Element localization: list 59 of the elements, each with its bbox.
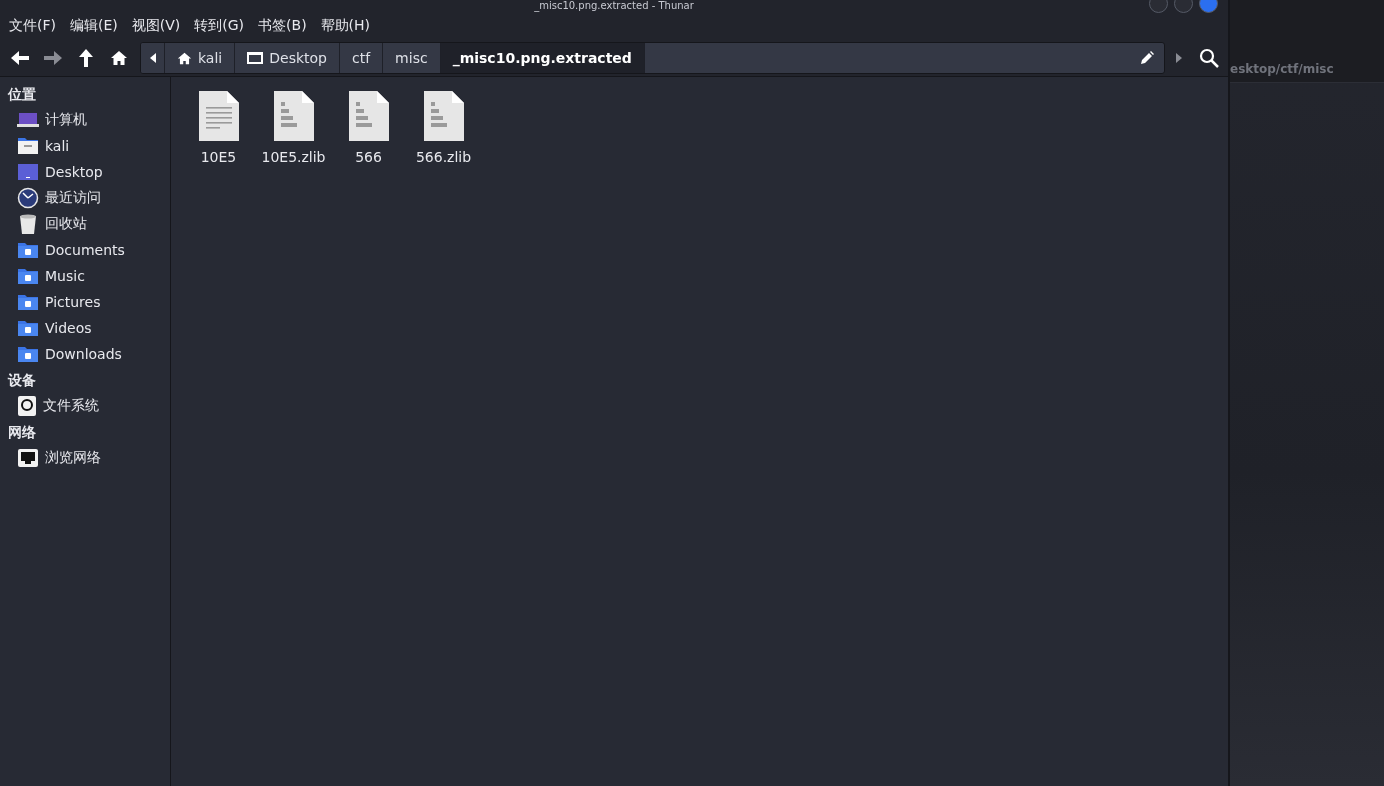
folder-icon (17, 241, 39, 259)
sidebar-item[interactable]: Pictures (0, 289, 170, 315)
trash-icon (17, 213, 39, 235)
binary-file-icon (346, 89, 391, 143)
back-arrow-icon (9, 49, 30, 67)
file-item[interactable]: 10E5.zlib (260, 89, 327, 165)
triangle-right-icon (1176, 53, 1182, 63)
scroll-left-button[interactable] (141, 43, 165, 73)
sidebar-item[interactable]: Music (0, 263, 170, 289)
menu-item[interactable]: 转到(G) (187, 17, 252, 35)
menu-item[interactable]: 文件(F) (2, 17, 63, 35)
sidebar-item[interactable]: 文件系统 (0, 393, 170, 419)
pencil-icon[interactable] (1140, 51, 1154, 65)
file-name: 10E5 (200, 149, 237, 165)
triangle-left-icon (149, 53, 156, 63)
section-heading: 位置 (7, 85, 37, 104)
file-item[interactable]: 566 (335, 89, 402, 165)
menu-item[interactable]: 帮助(H) (313, 17, 378, 35)
window-title: _misc10.png.extracted - Thunar (534, 0, 694, 11)
text-file-icon (196, 89, 241, 143)
clock-icon (17, 187, 39, 209)
section-heading: 设备 (6, 371, 37, 390)
sidebar-item[interactable]: Videos (0, 315, 170, 341)
file-name: 566.zlib (415, 149, 472, 165)
sidebar-item[interactable]: 计算机 (0, 107, 170, 133)
menu-item[interactable]: 视图(V) (124, 17, 188, 35)
forward-arrow-icon (42, 49, 63, 67)
menu-item[interactable]: 书签(B) (251, 17, 314, 35)
up-arrow-icon (76, 48, 95, 68)
drive-icon (17, 395, 37, 417)
desktop-icon (247, 51, 264, 65)
file-item[interactable]: 566.zlib (410, 89, 477, 165)
folder-icon (17, 293, 39, 311)
path-segment[interactable]: _misc10.png.extracted (440, 43, 645, 73)
sidebar-item[interactable]: Downloads (0, 341, 170, 367)
desktop-icon (17, 163, 39, 181)
folder-icon (17, 319, 39, 337)
sidebar-item[interactable]: Desktop (0, 159, 170, 185)
background-path-text: esktop/ctf/misc (1230, 62, 1334, 76)
file-name: 10E5.zlib (261, 149, 326, 165)
home-icon (109, 49, 128, 67)
sidebar-item[interactable]: 浏览网络 (0, 445, 170, 471)
sidebar-item[interactable]: kali (0, 133, 170, 159)
menu-item[interactable]: 编辑(E) (63, 17, 125, 35)
network-icon (17, 448, 39, 468)
search-icon (1198, 48, 1219, 68)
folder-icon (17, 267, 39, 285)
folder-icon (17, 345, 39, 363)
sidebar-item[interactable]: 回收站 (0, 211, 170, 237)
file-name: 566 (355, 149, 382, 165)
sidebar-item[interactable]: Documents (0, 237, 170, 263)
laptop-icon (17, 112, 39, 128)
sidebar-item[interactable]: 最近访问 (0, 185, 170, 211)
binary-file-icon (421, 89, 466, 143)
binary-file-icon (271, 89, 316, 143)
home-folder-icon (17, 137, 39, 155)
section-heading: 网络 (7, 423, 37, 442)
home-icon (177, 50, 192, 66)
file-item[interactable]: 10E5 (185, 89, 252, 165)
